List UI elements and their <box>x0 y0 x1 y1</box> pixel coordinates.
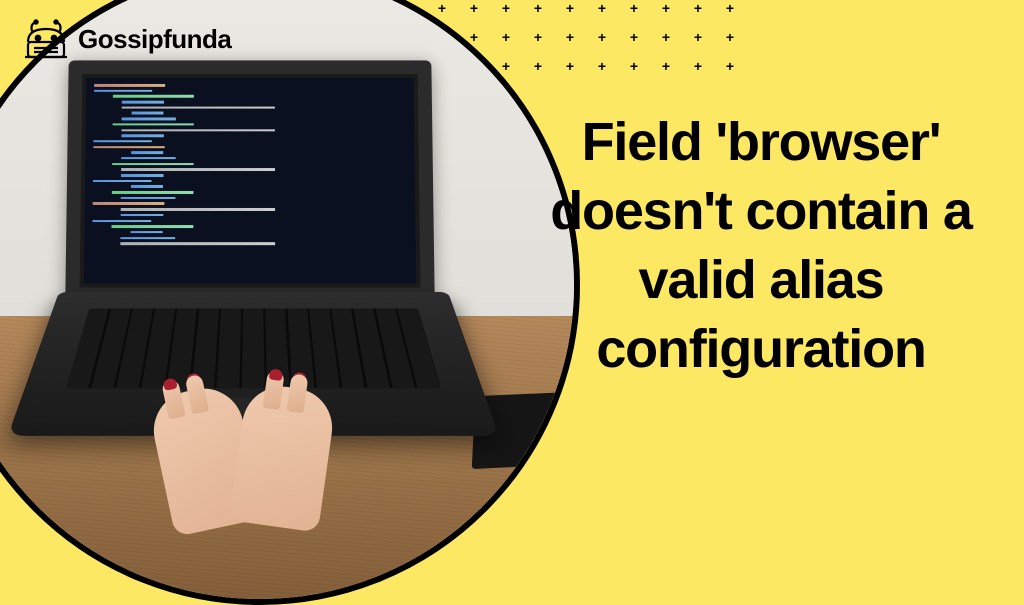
hero-image-circle <box>0 0 580 605</box>
article-headline: Field 'browser' doesn't contain a valid … <box>546 108 976 384</box>
brand-logo: Gossipfunda <box>22 18 231 60</box>
headline-text: Field 'browser' doesn't contain a valid … <box>546 108 976 384</box>
brand-name: Gossipfunda <box>78 24 231 55</box>
robot-icon <box>22 18 70 60</box>
laptop-illustration <box>59 59 448 499</box>
laptop-coding-scene <box>0 0 574 599</box>
